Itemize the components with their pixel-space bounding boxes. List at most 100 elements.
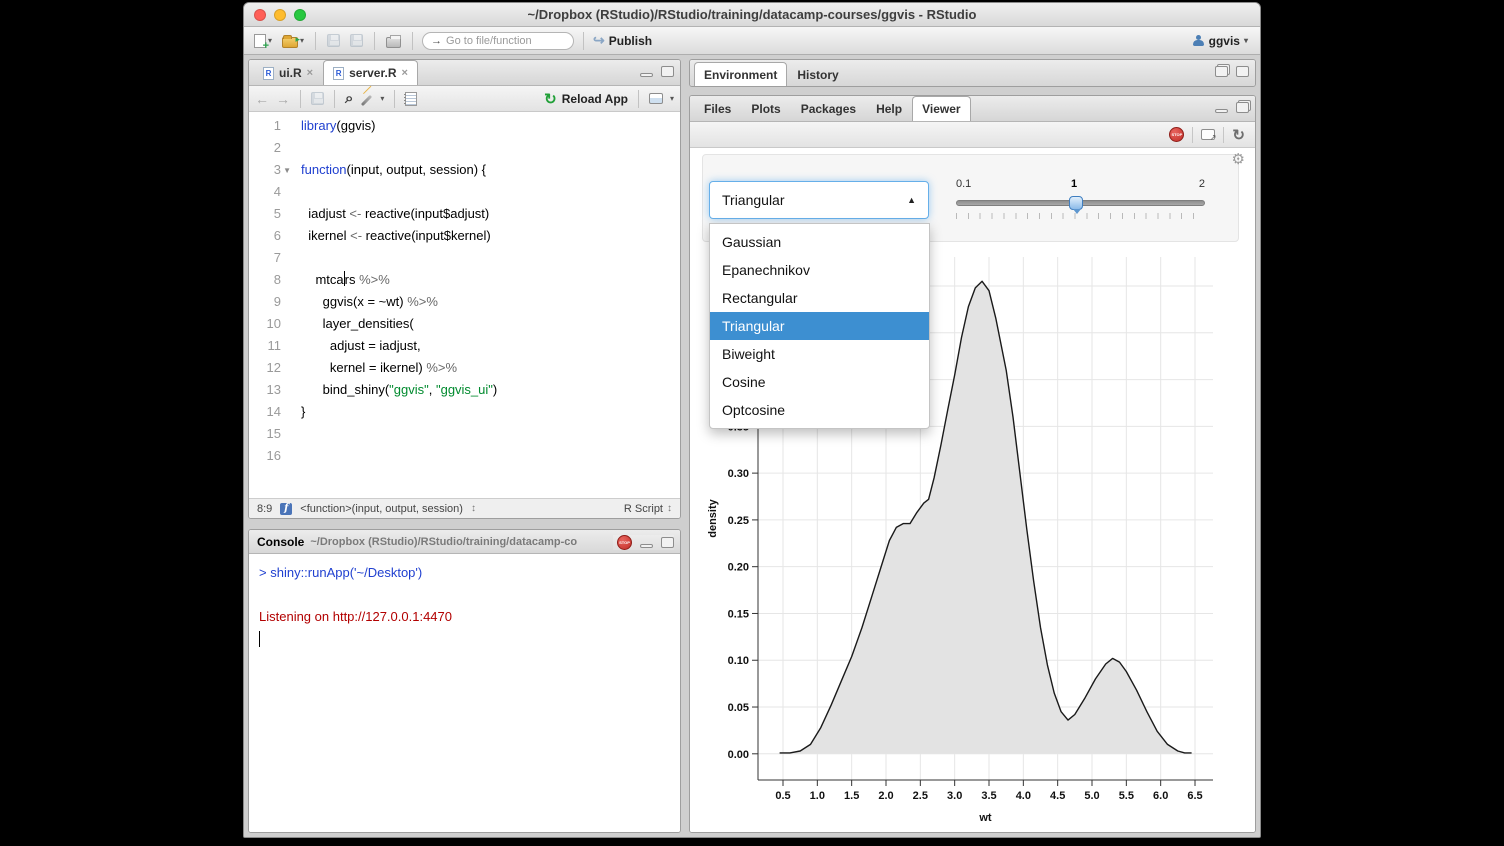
chevron-down-icon: ▾ (380, 94, 384, 103)
search-icon[interactable]: ⌕ (345, 90, 353, 107)
toolbar-separator (638, 90, 639, 108)
maximize-pane-icon[interactable] (661, 537, 674, 548)
gear-icon[interactable]: ⚙ (1232, 150, 1245, 168)
r-document-icon: R (333, 67, 344, 80)
code-editor[interactable]: 1library(ggvis)23▼function(input, output… (249, 112, 680, 498)
tab-help[interactable]: Help (866, 96, 912, 121)
kernel-option-cosine[interactable]: Cosine (710, 368, 929, 396)
editor-toolbar: ← → ⌕ ▾ ↻ Reload App (249, 86, 680, 112)
kernel-select[interactable]: Triangular ▲ (709, 181, 929, 219)
print-button[interactable] (384, 33, 403, 49)
slider-track[interactable] (956, 200, 1205, 206)
save-icon (327, 34, 340, 47)
kernel-option-triangular[interactable]: Triangular (710, 312, 929, 340)
goto-file-function-input[interactable]: → Go to file/function (422, 32, 574, 50)
tab-plots[interactable]: Plots (741, 96, 790, 121)
stop-icon[interactable]: STOP (1169, 127, 1184, 142)
svg-text:3.0: 3.0 (947, 790, 962, 802)
maximize-pane-icon[interactable] (661, 66, 674, 77)
updown-icon: ↕ (667, 503, 672, 514)
maximize-pane-icon[interactable] (1236, 66, 1249, 77)
tab-ui-r[interactable]: R ui.R × (253, 60, 323, 85)
window-title: ~/Dropbox (RStudio)/RStudio/training/dat… (244, 7, 1260, 22)
left-column: R ui.R × R server.R × ← (248, 59, 681, 833)
svg-text:0.10: 0.10 (728, 655, 749, 667)
code-line: 9 ggvis(x = ~wt) %>% (249, 291, 680, 313)
files-viewer-pane: FilesPlotsPackagesHelpViewer STOP ↻ 0.51… (689, 95, 1256, 833)
console-working-directory: ~/Dropbox (RStudio)/RStudio/training/dat… (310, 536, 640, 548)
reload-app-button[interactable]: ↻ Reload App (544, 90, 628, 108)
tab-history[interactable]: History (787, 62, 848, 87)
file-type-selector[interactable]: R Script (624, 503, 663, 515)
source-pane-icon[interactable] (649, 93, 663, 104)
code-line: 7 (249, 247, 680, 269)
toolbar-separator (583, 32, 584, 50)
restore-pane-icon[interactable] (1236, 102, 1249, 113)
minimize-pane-icon[interactable] (640, 73, 653, 77)
kernel-option-rectangular[interactable]: Rectangular (710, 284, 929, 312)
forward-icon[interactable]: → (276, 91, 290, 107)
save-all-button[interactable] (348, 33, 365, 48)
cursor-position: 8:9 (257, 503, 272, 515)
goto-placeholder: Go to file/function (446, 35, 532, 47)
toolbar-separator (334, 90, 335, 108)
close-tab-icon[interactable]: × (307, 67, 313, 79)
close-tab-icon[interactable]: × (401, 67, 407, 79)
r-document-icon: R (263, 67, 274, 80)
environment-pane: EnvironmentHistory (689, 59, 1256, 87)
minimize-pane-icon[interactable] (1215, 109, 1228, 113)
line-number: 14 (249, 401, 287, 423)
new-file-button[interactable]: + ▾ (252, 33, 274, 49)
compile-notebook-icon[interactable] (405, 92, 417, 106)
function-scope-icon: f (280, 503, 292, 515)
toolbar-separator (412, 32, 413, 50)
svg-text:0.30: 0.30 (728, 468, 749, 480)
code-tools-wand-icon[interactable] (361, 95, 372, 106)
print-icon (386, 37, 401, 48)
kernel-option-optcosine[interactable]: Optcosine (710, 396, 929, 424)
fold-icon[interactable]: ▼ (283, 160, 291, 182)
desktop-background: ~/Dropbox (RStudio)/RStudio/training/dat… (0, 0, 1504, 846)
tab-viewer[interactable]: Viewer (912, 96, 970, 121)
console-command-line: > shiny::runApp('~/Desktop') (259, 562, 670, 584)
refresh-icon[interactable]: ↻ (1232, 126, 1245, 144)
tab-server-r[interactable]: R server.R × (323, 60, 418, 85)
rstudio-window: ~/Dropbox (RStudio)/RStudio/training/dat… (243, 2, 1261, 838)
publish-button[interactable]: ↪ Publish (593, 32, 652, 49)
slider-handle[interactable] (1069, 196, 1083, 210)
code-line: 3▼function(input, output, session) { (249, 159, 680, 181)
back-icon[interactable]: ← (255, 91, 269, 107)
save-button[interactable] (325, 33, 342, 48)
open-in-new-window-icon[interactable] (1201, 129, 1215, 140)
svg-text:2.5: 2.5 (913, 790, 928, 802)
stop-icon[interactable]: STOP (617, 535, 632, 550)
code-line: 1library(ggvis) (249, 115, 680, 137)
code-line: 11 adjust = iadjust, (249, 335, 680, 357)
save-icon[interactable] (311, 92, 324, 105)
line-number: 9 (249, 291, 287, 313)
kernel-option-epanechnikov[interactable]: Epanechnikov (710, 256, 929, 284)
tab-environment[interactable]: Environment (694, 62, 787, 87)
open-file-button[interactable]: ▸ ▾ (280, 33, 306, 49)
line-number: 15 (249, 423, 287, 445)
console-output[interactable]: > shiny::runApp('~/Desktop') Listening o… (249, 554, 680, 832)
line-number: 10 (249, 313, 287, 335)
viewer-toolbar: STOP ↻ (690, 122, 1255, 148)
code-line: 5 iadjust <- reactive(input$adjust) (249, 203, 680, 225)
tab-files[interactable]: Files (694, 96, 741, 121)
kernel-option-biweight[interactable]: Biweight (710, 340, 929, 368)
open-folder-icon: ▸ (282, 37, 298, 48)
tab-packages[interactable]: Packages (791, 96, 866, 121)
project-menu-button[interactable]: ggvis ▾ (1192, 34, 1248, 48)
scope-selector[interactable]: <function>(input, output, session) (300, 503, 463, 515)
svg-text:wt: wt (978, 812, 992, 824)
line-number: 5 (249, 203, 287, 225)
svg-text:0.00: 0.00 (728, 749, 749, 761)
kernel-option-gaussian[interactable]: Gaussian (710, 228, 929, 256)
save-all-icon (350, 34, 363, 47)
restore-pane-icon[interactable] (1215, 66, 1228, 77)
svg-text:0.15: 0.15 (728, 608, 749, 620)
svg-text:0.25: 0.25 (728, 515, 749, 527)
minimize-pane-icon[interactable] (640, 544, 653, 548)
source-editor-pane: R ui.R × R server.R × ← (248, 59, 681, 519)
